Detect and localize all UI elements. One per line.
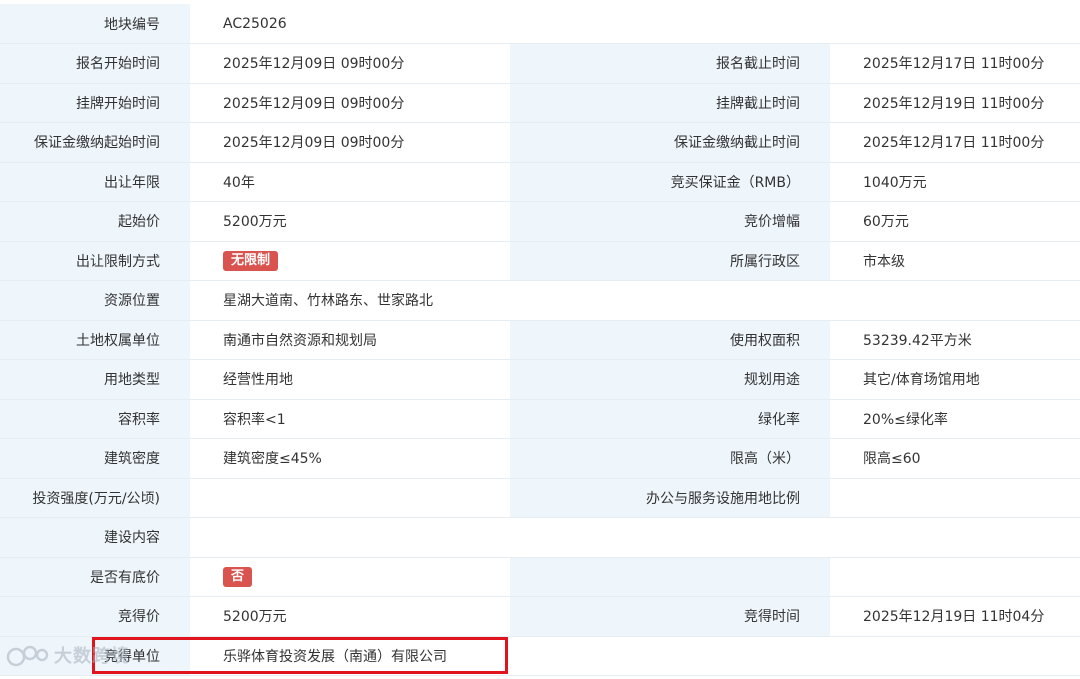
row-label: 是否有底价 [0, 557, 190, 597]
table-row: 竞得价 5200万元 竞得时间 2025年12月19日 11时04分 [0, 596, 1080, 637]
row-label: 出让年限 [0, 162, 190, 202]
row-value: 容积率<1 [190, 399, 510, 439]
table-row: 报名开始时间 2025年12月09日 09时00分 报名截止时间 2025年12… [0, 43, 1080, 84]
table-row: 竞得单位 乐骅体育投资发展（南通）有限公司 [0, 636, 1080, 676]
row-label: 保证金缴纳截止时间 [510, 122, 830, 163]
row-value: 其它/体育场馆用地 [830, 359, 1080, 400]
row-value: 60万元 [830, 201, 1080, 242]
row-value: 否 [190, 557, 510, 597]
row-value: 经营性用地 [190, 359, 510, 400]
row-label: 投资强度(万元/公顷) [0, 478, 190, 518]
table-row: 投资强度(万元/公顷) 办公与服务设施用地比例 [0, 478, 1080, 518]
row-value: 2025年12月19日 11时00分 [830, 83, 1080, 123]
row-value [190, 517, 1080, 558]
row-value: 南通市自然资源和规划局 [190, 320, 510, 360]
row-value: AC25026 [190, 4, 1080, 44]
row-value: 限高≤60 [830, 438, 1080, 479]
row-value: 2025年12月09日 09时00分 [190, 122, 510, 163]
empty-value-cell [830, 557, 1080, 597]
row-value: 星湖大道南、竹林路东、世家路北 [190, 280, 1080, 321]
row-label: 竞价增幅 [510, 201, 830, 242]
row-label: 报名截止时间 [510, 43, 830, 84]
table-row: 容积率 容积率<1 绿化率 20%≤绿化率 [0, 399, 1080, 439]
row-label: 竞得时间 [510, 596, 830, 637]
status-badge: 无限制 [223, 250, 279, 271]
row-label: 竞买保证金（RMB） [510, 162, 830, 202]
table-row: 挂牌开始时间 2025年12月09日 09时00分 挂牌截止时间 2025年12… [0, 83, 1080, 123]
row-label: 资源位置 [0, 280, 190, 321]
row-value: 2025年12月17日 11时00分 [830, 43, 1080, 84]
table-row: 用地类型 经营性用地 规划用途 其它/体育场馆用地 [0, 359, 1080, 400]
row-label: 挂牌开始时间 [0, 83, 190, 123]
row-label: 竞得单位 [0, 636, 190, 676]
row-value: 1040万元 [830, 162, 1080, 202]
table-row: 建设内容 [0, 517, 1080, 558]
row-value: 无限制 [190, 241, 510, 281]
table-row: 是否有底价 否 [0, 557, 1080, 597]
row-label: 规划用途 [510, 359, 830, 400]
row-value: 2025年12月19日 11时04分 [830, 596, 1080, 637]
row-value: 市本级 [830, 241, 1080, 281]
empty-label-cell [510, 557, 830, 597]
row-label: 竞得价 [0, 596, 190, 637]
land-info-table: 地块编号 AC25026 报名开始时间 2025年12月09日 09时00分 报… [0, 4, 1080, 676]
row-label: 容积率 [0, 399, 190, 439]
row-value: 5200万元 [190, 596, 510, 637]
table-row: 资源位置 星湖大道南、竹林路东、世家路北 [0, 280, 1080, 321]
table-row: 出让年限 40年 竞买保证金（RMB） 1040万元 [0, 162, 1080, 202]
table-row: 建筑密度 建筑密度≤45% 限高（米） 限高≤60 [0, 438, 1080, 479]
row-label: 使用权面积 [510, 320, 830, 360]
row-value: 2025年12月09日 09时00分 [190, 43, 510, 84]
row-label: 建筑密度 [0, 438, 190, 479]
row-value: 建筑密度≤45% [190, 438, 510, 479]
row-value: 5200万元 [190, 201, 510, 242]
row-value: 20%≤绿化率 [830, 399, 1080, 439]
row-label: 所属行政区 [510, 241, 830, 281]
row-label: 绿化率 [510, 399, 830, 439]
row-value: 2025年12月17日 11时00分 [830, 122, 1080, 163]
empty-value-cell [830, 636, 1080, 676]
table-row: 保证金缴纳起始时间 2025年12月09日 09时00分 保证金缴纳截止时间 2… [0, 122, 1080, 163]
row-label: 报名开始时间 [0, 43, 190, 84]
row-value: 40年 [190, 162, 510, 202]
table-row: 地块编号 AC25026 [0, 4, 1080, 44]
row-label: 出让限制方式 [0, 241, 190, 281]
row-value: 53239.42平方米 [830, 320, 1080, 360]
row-label: 起始价 [0, 201, 190, 242]
empty-value-cell [510, 636, 830, 676]
table-row: 出让限制方式 无限制 所属行政区 市本级 [0, 241, 1080, 281]
row-value: 2025年12月09日 09时00分 [190, 83, 510, 123]
row-label: 用地类型 [0, 359, 190, 400]
row-value [830, 478, 1080, 518]
status-badge: 否 [223, 566, 253, 587]
row-label: 办公与服务设施用地比例 [510, 478, 830, 518]
row-value [190, 478, 510, 518]
row-label: 限高（米） [510, 438, 830, 479]
row-label: 挂牌截止时间 [510, 83, 830, 123]
row-label: 保证金缴纳起始时间 [0, 122, 190, 163]
row-label: 地块编号 [0, 4, 190, 44]
table-row: 起始价 5200万元 竞价增幅 60万元 [0, 201, 1080, 242]
table-row: 土地权属单位 南通市自然资源和规划局 使用权面积 53239.42平方米 [0, 320, 1080, 360]
row-value: 乐骅体育投资发展（南通）有限公司 [190, 636, 510, 676]
row-label: 建设内容 [0, 517, 190, 558]
row-label: 土地权属单位 [0, 320, 190, 360]
